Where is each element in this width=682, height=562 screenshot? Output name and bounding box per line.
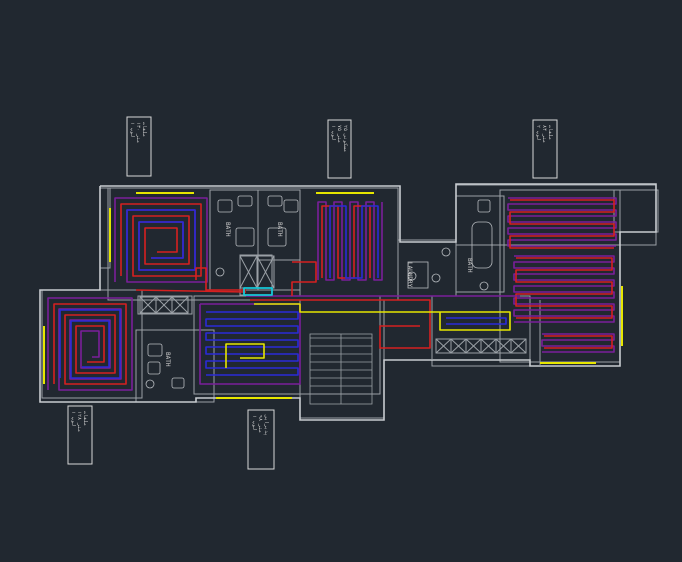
loop-tag-5-line-3: ۱ لوپ [251,415,257,430]
pipe-loop-spiral [126,209,196,271]
room-label-bath3: BATH [466,258,473,273]
wall-block [613,189,659,233]
room-label-bath4: BATH [164,352,171,367]
wall-block [299,299,385,419]
room-label-bath2: BATH [276,222,283,237]
pipe-loop-spiral [53,303,127,385]
wall-block [41,289,143,399]
room-label-laundry: LAUNDRY [406,262,413,288]
sink-fixture [145,379,155,389]
fixture [283,199,299,213]
sink-fixture [215,267,225,277]
loop-tag-2: مسکونی ۲۵ ۷۵ متر ۱ لوپ [327,119,352,179]
wall-block [137,295,193,315]
wall-block [455,195,505,293]
fixture [147,343,163,357]
floor-heating-plan: BATH BATH BATH BATH LAUNDRY ملفات ۱۳۰ مت… [39,116,659,470]
pipe-loop-spiral [59,309,121,379]
fixture [267,195,283,207]
fixture [217,199,233,213]
fixture [477,199,491,213]
pipe-loop-serpentine [317,201,383,281]
pipe-loop-serpentine [513,255,615,323]
fixture [171,377,185,389]
loop-tag-3-line-3: ۲ لوپ [535,125,541,140]
loop-tag-1-line-3: ۱ لوپ [129,122,135,137]
wall-block [431,295,531,367]
loop-tag-4-line-3: ۱ لوپ [70,411,76,426]
fixture [235,227,255,247]
loop-tag-1: ملفات ۱۳۰ متر ۱ لوپ [126,116,152,177]
room-label-bath1: BATH [224,222,231,237]
sink-fixture [441,247,451,257]
loop-tag-5: پذیرایی ۹۸ متر ۱ لوپ [247,409,275,470]
wall-block [209,189,301,291]
pipe-loop-spiral [120,203,202,277]
loop-tag-4: ملفات ۱۲۸ متر ۱ لوپ [67,405,93,465]
sink-fixture [479,281,489,291]
pipe-supply-line [291,261,317,296]
fixture [237,195,253,207]
loop-tag-3: ملفات ۸۴ متر ۲ لوپ [532,119,558,179]
pipe-supply-line [446,317,507,325]
wall-block [193,295,381,395]
loop-tag-2-line-3: ۱ لوپ [330,125,336,140]
fixture [147,361,161,375]
pipe-supply-line [195,267,246,291]
pipe-loop-serpentine [507,197,617,247]
sink-fixture [431,273,441,283]
